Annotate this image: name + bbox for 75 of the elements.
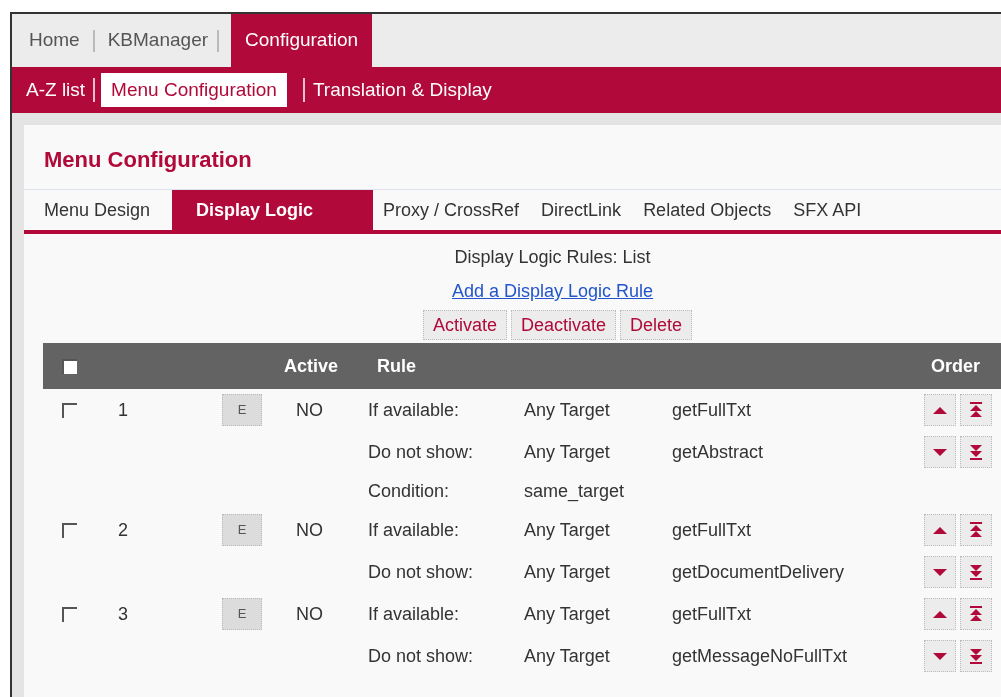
list-title: Display Logic Rules: List (454, 246, 651, 269)
rule-service: getAbstract (672, 441, 764, 462)
move-bottom-button[interactable] (960, 556, 992, 588)
rule-target: Any Target (524, 441, 610, 462)
rule-label: If available: (368, 399, 460, 420)
tab[interactable]: Related Objects (643, 190, 794, 230)
rule-label: Do not show: (368, 441, 474, 462)
add-rule-link[interactable]: Add a Display Logic Rule (451, 276, 654, 306)
rule-target: same_target (524, 480, 625, 501)
active-status: NO (296, 518, 323, 542)
move-up-button[interactable] (924, 394, 956, 426)
sub-nav-link[interactable]: A-Z list (24, 73, 88, 107)
rule-service: getMessageNoFullTxt (672, 645, 848, 666)
double-up-triangle-icon (968, 522, 984, 538)
top-nav-tab[interactable]: Home (26, 14, 83, 67)
down-triangle-icon (932, 651, 948, 661)
top-nav-tab[interactable]: Configuration (231, 14, 373, 67)
up-triangle-icon (932, 525, 948, 535)
checkbox[interactable] (62, 358, 77, 374)
down-triangle-icon (932, 447, 948, 457)
up-triangle-icon (932, 609, 948, 619)
tab[interactable]: SFX API (793, 190, 884, 230)
move-up-button[interactable] (924, 598, 956, 630)
up-triangle-icon (932, 405, 948, 415)
column-header: Order (930, 354, 981, 378)
sub-nav-link[interactable]: Menu Configuration (101, 73, 287, 107)
rule-label: Do not show: (368, 561, 474, 582)
active-status: NO (296, 398, 323, 422)
tab[interactable]: Proxy / CrossRef (373, 190, 542, 230)
move-down-button[interactable] (924, 436, 956, 468)
rule-label: If available: (368, 519, 460, 540)
double-down-triangle-icon (968, 564, 984, 580)
double-down-triangle-icon (968, 444, 984, 460)
rule-service: getDocumentDelivery (672, 561, 845, 582)
rule-number: 3 (117, 602, 129, 626)
edit-button[interactable]: E (222, 514, 262, 546)
rule-number: 2 (117, 518, 129, 542)
action-button[interactable]: Activate (422, 310, 507, 340)
rule-target: Any Target (524, 645, 610, 666)
action-button[interactable]: Deactivate (510, 310, 616, 340)
move-up-button[interactable] (924, 514, 956, 546)
top-nav-tab[interactable]: KBManager (104, 14, 212, 67)
rule-label: Condition: (368, 480, 450, 501)
rule-service: getFullTxt (672, 399, 752, 420)
rule-target: Any Target (524, 603, 610, 624)
edit-button[interactable]: E (222, 598, 262, 630)
sub-nav-link[interactable]: Translation & Display (310, 73, 494, 107)
active-status: NO (296, 602, 323, 626)
tab[interactable]: Menu Design (44, 190, 173, 230)
move-down-button[interactable] (924, 640, 956, 672)
tab[interactable]: DirectLink (541, 190, 644, 230)
move-top-button[interactable] (960, 394, 992, 426)
rule-service: getFullTxt (672, 603, 752, 624)
double-up-triangle-icon (968, 402, 984, 418)
rule-number: 1 (117, 398, 129, 422)
rule-label: If available: (368, 603, 460, 624)
rule-service: getFullTxt (672, 519, 752, 540)
rule-label: Do not show: (368, 645, 474, 666)
double-down-triangle-icon (968, 648, 984, 664)
page-title: Menu Configuration (43, 146, 253, 174)
move-top-button[interactable] (960, 514, 992, 546)
move-top-button[interactable] (960, 598, 992, 630)
rule-target: Any Target (524, 399, 610, 420)
move-bottom-button[interactable] (960, 640, 992, 672)
move-down-button[interactable] (924, 556, 956, 588)
column-header: Active (283, 354, 340, 378)
rule-target: Any Target (524, 519, 610, 540)
tab[interactable]: Display Logic (172, 190, 374, 230)
edit-button[interactable]: E (222, 394, 262, 426)
down-triangle-icon (932, 567, 948, 577)
rule-target: Any Target (524, 561, 610, 582)
action-button[interactable]: Delete (620, 310, 693, 340)
double-up-triangle-icon (968, 606, 984, 622)
move-bottom-button[interactable] (960, 436, 992, 468)
column-header: Rule (376, 354, 417, 378)
